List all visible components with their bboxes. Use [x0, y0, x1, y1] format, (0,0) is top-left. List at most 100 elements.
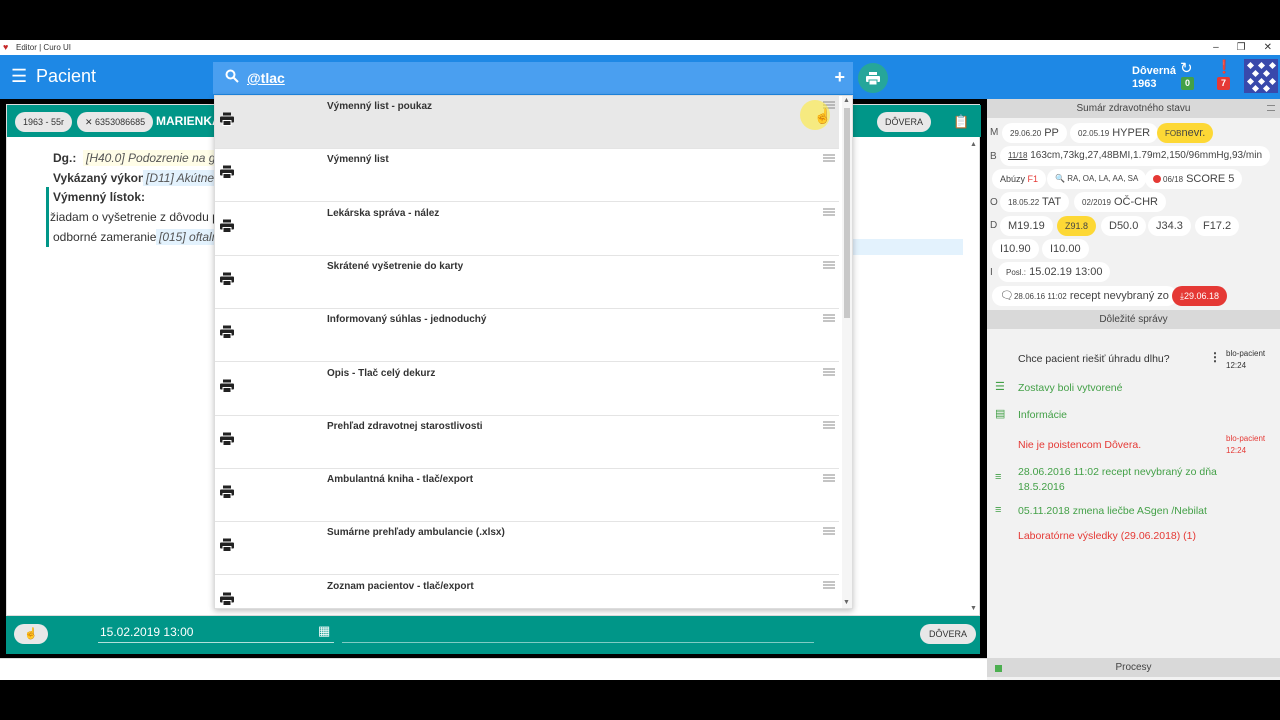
patient-id-chip[interactable]: ✕ 6353086685 [77, 112, 154, 132]
print-menu-item[interactable]: Prehľad zdravotnej starostlivosti [215, 415, 839, 469]
sync-icon[interactable]: ↻ [1180, 59, 1193, 77]
search-results-dropdown: Zoznam pacientov - tlač/export Sumárne pr… [214, 95, 853, 609]
print-menu-label: Opis - Tlač celý dekurz [327, 367, 436, 379]
message-time: 12:24 [1226, 446, 1247, 455]
datetime-field[interactable]: 15.02.2019 13:00 [100, 625, 193, 639]
pill-dx-i1090[interactable]: I10.90 [992, 239, 1039, 259]
app-shield-icon: ♥ [3, 42, 9, 52]
drag-handle-icon[interactable] [823, 474, 835, 482]
pill-dx-d500[interactable]: D50.0 [1101, 216, 1147, 236]
pill-pp[interactable]: 29.06.20 PP [1002, 123, 1067, 143]
summary-header: Sumár zdravotného stavu [987, 99, 1280, 118]
pill-ra[interactable]: 🔍 RA, OA, LA, AA, SA [1047, 169, 1147, 189]
print-button[interactable] [858, 63, 888, 93]
pill-text: F1 [1027, 174, 1039, 184]
message-treatment[interactable]: 05.11.2018 zmena liečbe ASgen /Nebilat [1018, 504, 1207, 519]
pill-date: 11/18 [1008, 151, 1028, 160]
print-menu-item[interactable]: Sumárne prehľady ambulancie (.xlsx) [215, 522, 839, 576]
drag-handle-icon[interactable] [823, 581, 835, 589]
notification-icon[interactable]: ❗ [1216, 59, 1232, 75]
age-chip[interactable]: 1963 - 55r [15, 112, 73, 132]
drag-handle-icon[interactable] [823, 527, 835, 535]
pill-dx-z918[interactable]: Z91.8 [1057, 216, 1097, 236]
record-scrollbar[interactable]: ▲ ▼ [970, 141, 978, 613]
print-icon [866, 71, 880, 85]
print-menu-item[interactable]: Skrátené vyšetrenie do karty [215, 255, 839, 309]
pill-tat[interactable]: 18.05.22 TAT [1000, 192, 1070, 212]
print-menu-item[interactable]: Informovaný súhlas - jednoduchý [215, 309, 839, 363]
message-info[interactable]: Informácie [1018, 408, 1067, 423]
message-recept[interactable]: 28.06.2016 11:02 recept nevybraný zo dňa… [1018, 465, 1218, 495]
exchange-slip-text[interactable]: žiadam o vyšetrenie z dôvodu podo [50, 210, 239, 224]
drag-handle-icon[interactable] [1267, 105, 1275, 111]
print-menu-item[interactable]: Zoznam pacientov - tlač/export [215, 575, 839, 608]
print-menu-item[interactable]: Opis - Tlač celý dekurz [215, 362, 839, 416]
pill-text: recept nevybraný zo [1069, 290, 1169, 302]
pointer-cursor-icon: ☝ [814, 108, 832, 124]
procesy-bar[interactable]: Procesy [987, 658, 1280, 677]
pill-fob[interactable]: FOBnevr. [1157, 123, 1214, 143]
add-icon[interactable]: + [834, 68, 845, 86]
menu-icon[interactable]: ☰ [11, 67, 27, 85]
insurer-chip[interactable]: DÔVERA [877, 112, 932, 132]
note-field[interactable] [342, 642, 814, 643]
exchange-slip-label: Výmenný lístok: [53, 190, 146, 204]
print-menu-label: Prehľad zdravotnej starostlivosti [327, 420, 483, 432]
app-logo[interactable] [1244, 59, 1278, 93]
drag-handle-icon[interactable] [823, 208, 835, 216]
print-menu-item[interactable]: Lekárska správa - nález [215, 202, 839, 256]
procedure-label: Vykázaný výkon: [53, 171, 150, 185]
insurer-chip-bottom[interactable]: DÔVERA [920, 624, 977, 644]
pill-recept[interactable]: 🗨28.06.16 11:02 recept nevybraný zo [992, 286, 1177, 306]
message-time: 12:24 [1226, 361, 1247, 370]
row-letter-m: M [990, 127, 999, 138]
row-letter-b: B [990, 151, 997, 162]
close-icon[interactable]: ✕ [85, 117, 95, 127]
status-dot [1153, 175, 1161, 183]
pill-last-visit[interactable]: Posl.: 15.02.19 13:00 [998, 262, 1111, 282]
message-reports[interactable]: Zostavy boli vytvorené [1018, 381, 1122, 396]
insurer-code: 1963 [1132, 78, 1157, 90]
pill-dx-j343[interactable]: J34.3 [1148, 216, 1191, 236]
search-input[interactable] [247, 68, 807, 88]
message-debt[interactable]: Chce pacient riešiť úhradu dlhu? [1018, 352, 1170, 367]
row-letter-d: D [990, 220, 998, 231]
drag-handle-icon[interactable] [823, 314, 835, 322]
minimize-icon[interactable]: – [1213, 40, 1219, 55]
drag-handle-icon[interactable] [823, 421, 835, 429]
calendar-icon[interactable]: ▦ [318, 623, 330, 639]
restore-icon[interactable]: ❐ [1237, 40, 1246, 55]
print-menu-item[interactable]: Výmenný list - poukaz [215, 96, 839, 149]
pill-abuzy[interactable]: Abúzy F1 [992, 169, 1047, 189]
message-meta: blo-pacient 12:24 [1226, 348, 1265, 372]
fingerprint-button[interactable]: ☝ [14, 624, 48, 644]
close-icon[interactable]: ✕ [1264, 40, 1272, 55]
kebab-icon[interactable]: ⋮ [1209, 350, 1221, 364]
pill-oc-chr[interactable]: 02/2019 OČ-CHR [1074, 192, 1166, 212]
row-letter-i: I [990, 267, 993, 278]
print-menu-item[interactable]: Výmenný list [215, 149, 839, 203]
print-menu-item[interactable]: Ambulantná kniha - tlač/export [215, 469, 839, 523]
notification-count-badge: 7 [1217, 77, 1230, 90]
drag-handle-icon[interactable] [823, 261, 835, 269]
print-icon [220, 219, 234, 233]
pill-dx-i1000[interactable]: I10.00 [1042, 239, 1089, 259]
pill-text: Posl.: [1006, 268, 1027, 277]
pill-dx-m1919[interactable]: M19.19 [1000, 216, 1053, 236]
pill-date: 02.05.19 [1078, 129, 1110, 138]
drag-handle-icon[interactable] [823, 368, 835, 376]
pill-text: SCORE 5 [1186, 173, 1235, 185]
scrollbar-thumb[interactable] [844, 108, 850, 318]
print-icon [220, 538, 234, 553]
datetime-underline [98, 642, 334, 643]
clipboard-icon[interactable]: 📋 [953, 114, 969, 130]
message-lab[interactable]: Laboratórne výsledky (29.06.2018) (1) [1018, 529, 1196, 544]
message-not-insured[interactable]: Nie je poistencom Dôvera. [1018, 438, 1141, 453]
pill-biometrics[interactable]: 11/18 163cm,73kg,27,48BMI,1.79m2,150/96m… [1000, 146, 1271, 166]
pill-dx-f172[interactable]: F17.2 [1195, 216, 1240, 236]
pill-recept-date[interactable]: ⤓29.06.18 [1172, 286, 1228, 306]
pill-hyper[interactable]: 02.05.19 HYPER [1070, 123, 1159, 143]
pill-score[interactable]: 06/18 SCORE 5 [1145, 169, 1243, 189]
dropdown-scrollbar[interactable]: ▲ ▼ [842, 96, 852, 608]
drag-handle-icon[interactable] [823, 154, 835, 162]
